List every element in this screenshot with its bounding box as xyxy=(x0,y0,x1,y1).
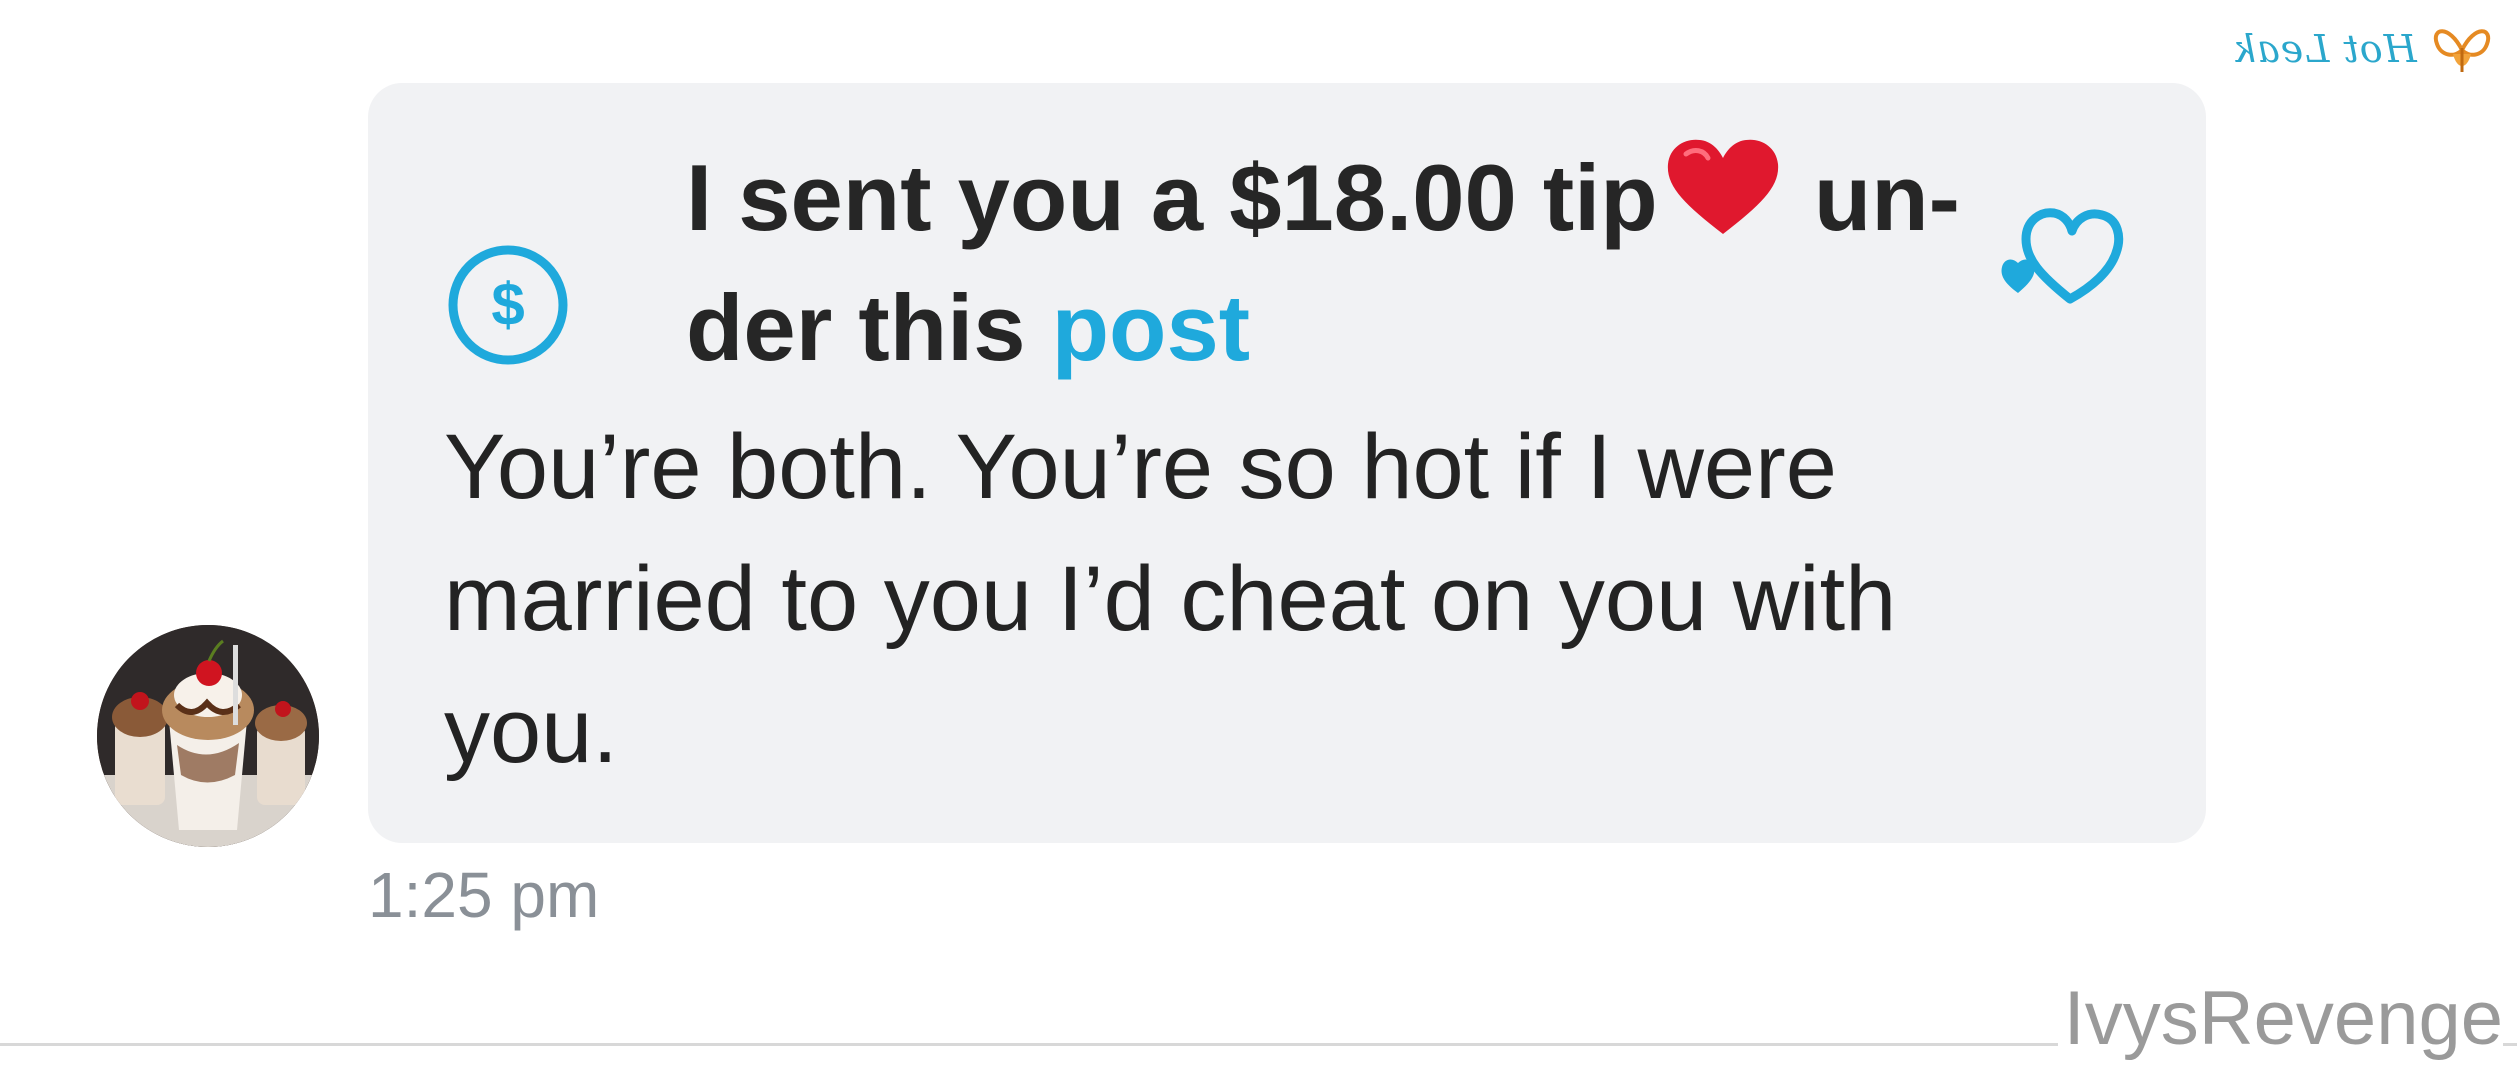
message-body: You’re both. You’re so hot if I were mar… xyxy=(444,401,2104,797)
message-line: You’re both. You’re so hot if I were xyxy=(444,416,1837,518)
message-bubble: $ I sent you a $18.00 tip un- der this p… xyxy=(368,83,2206,843)
tip-prefix: I sent you a $18.00 tip xyxy=(686,145,1658,250)
heart-outline-icon[interactable] xyxy=(1998,201,2128,311)
watermark: Hot Leak xyxy=(2232,14,2497,84)
post-link[interactable]: post xyxy=(1052,275,1250,380)
tip-notice: $ I sent you a $18.00 tip un- der this p… xyxy=(446,133,1960,380)
message-timestamp: 1:25 pm xyxy=(368,859,600,931)
author-tag: IvysRevenge xyxy=(2057,975,2503,1062)
dollar-circle-icon: $ xyxy=(446,243,570,367)
svg-text:$: $ xyxy=(491,271,524,338)
tip-suffix-1: un- xyxy=(1813,145,1960,250)
tip-text: I sent you a $18.00 tip un- der this pos… xyxy=(686,133,2046,393)
butterfly-icon xyxy=(2427,14,2497,84)
message-line: you. xyxy=(444,680,618,782)
watermark-text: Hot Leak xyxy=(2232,27,2417,71)
tip-suffix-2: der this xyxy=(686,275,1026,380)
red-heart-icon xyxy=(1664,138,1782,238)
message-line: married to you I’d cheat on you with xyxy=(444,548,1897,650)
sender-avatar[interactable] xyxy=(97,625,319,847)
